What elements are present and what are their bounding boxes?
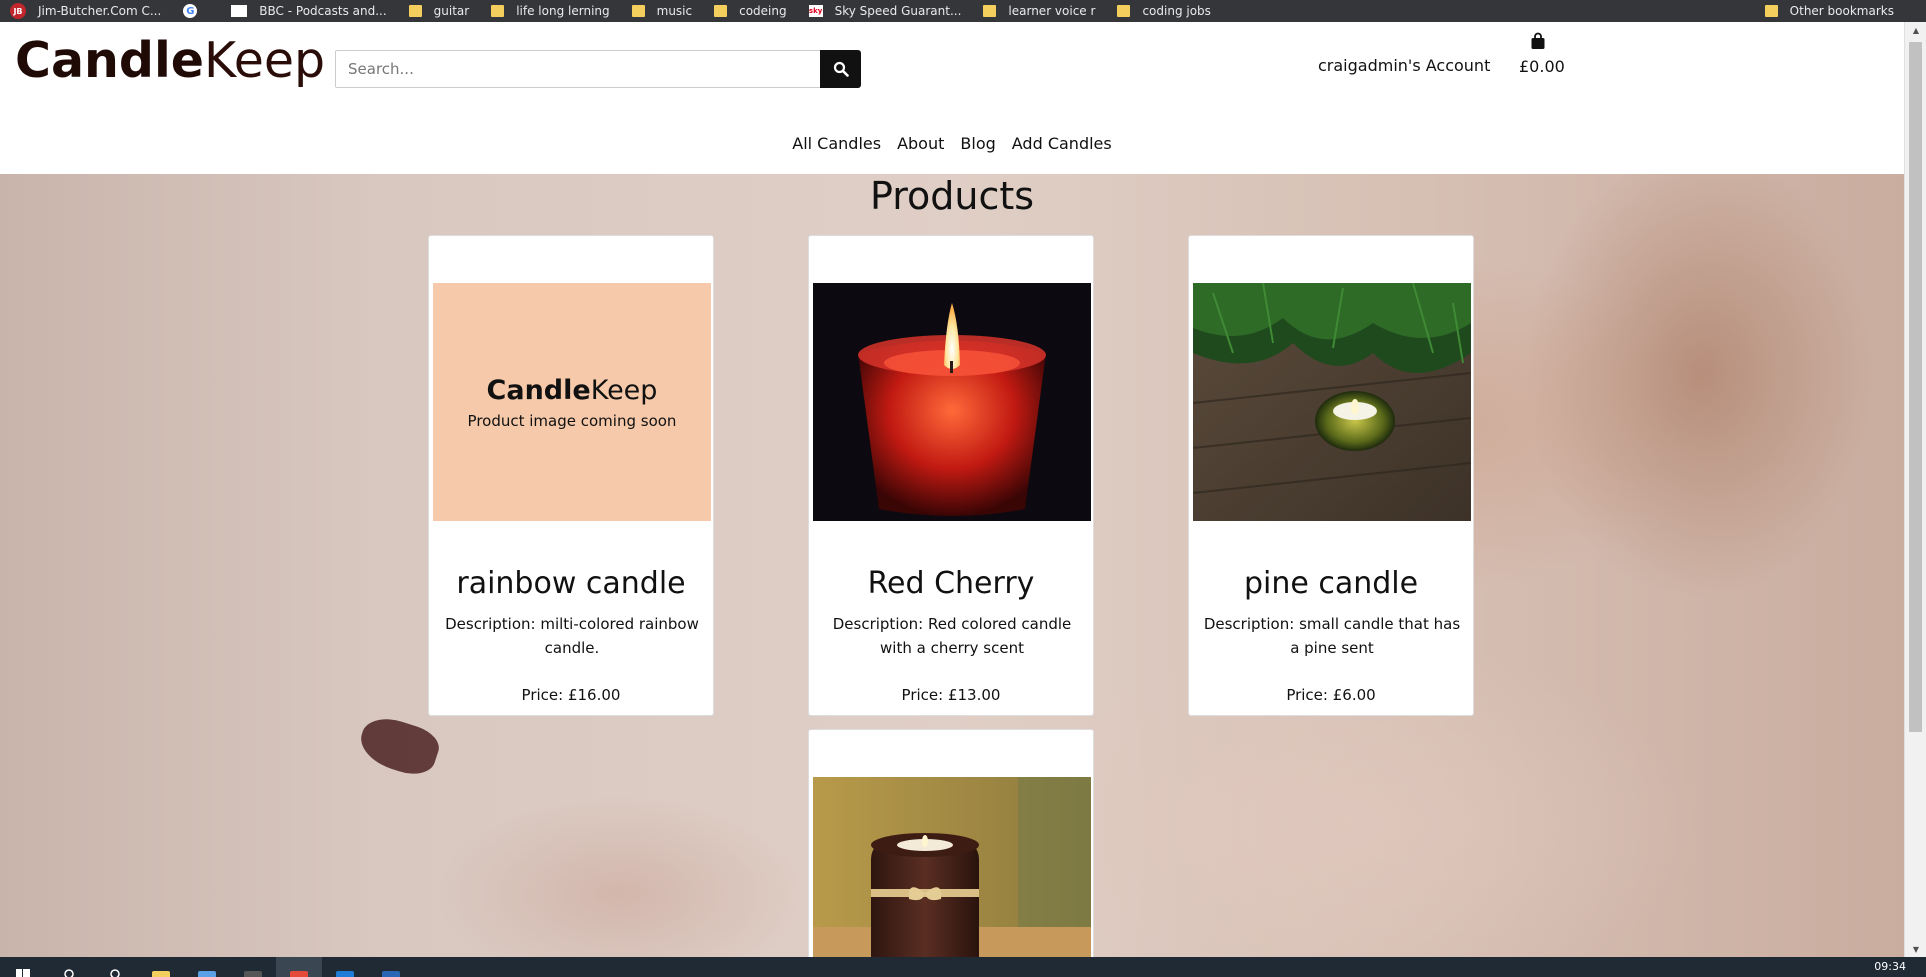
- product-price: Price: £6.00: [1286, 686, 1376, 704]
- cortana-icon: [110, 969, 120, 977]
- search-form: [335, 50, 861, 88]
- taskbar-cortana[interactable]: [92, 957, 138, 977]
- taskbar-search[interactable]: [46, 957, 92, 977]
- account-link[interactable]: craigadmin's Account: [1318, 56, 1490, 75]
- background-hand-image: [354, 711, 444, 781]
- search-icon: [64, 969, 74, 977]
- taskbar-file-explorer[interactable]: [138, 957, 184, 977]
- product-name: Red Cherry: [867, 566, 1035, 601]
- folder-icon: [1764, 5, 1778, 17]
- folder-icon: [714, 5, 728, 17]
- search-button[interactable]: [820, 50, 861, 88]
- google-icon: G: [183, 4, 198, 18]
- bookmark-codeing[interactable]: codeing: [704, 0, 799, 22]
- wooden-candle-photo: [813, 777, 1091, 957]
- bookmark-jim-butcher[interactable]: JB Jim-Butcher.Com C...: [0, 0, 173, 22]
- red-candle-photo: [813, 283, 1091, 521]
- product-card[interactable]: pine candle Description: small candle th…: [1188, 235, 1474, 716]
- nav-about[interactable]: About: [897, 134, 944, 153]
- scroll-up-arrow-icon[interactable]: ▲: [1905, 22, 1926, 38]
- sky-icon: sky: [808, 5, 823, 17]
- nav-all-candles[interactable]: All Candles: [792, 134, 881, 153]
- product-card[interactable]: CandleKeep Product image coming soon rai…: [428, 235, 714, 716]
- taskbar-store[interactable]: [184, 957, 230, 977]
- product-card[interactable]: [808, 729, 1094, 957]
- pine-candle-photo: [1193, 283, 1471, 521]
- product-card[interactable]: Red Cherry Description: Red colored cand…: [808, 235, 1094, 716]
- bookmarks-bar: JB Jim-Butcher.Com C... G BBC - Podcasts …: [0, 0, 1926, 22]
- product-name: pine candle: [1243, 566, 1419, 601]
- folder-icon: [491, 5, 505, 17]
- products-section: Products CandleKeep Product image coming…: [0, 174, 1904, 957]
- page-title: Products: [869, 174, 1035, 218]
- nav-blog[interactable]: Blog: [960, 134, 995, 153]
- placeholder-logo: CandleKeep: [486, 374, 658, 406]
- bookmark-learner-voice[interactable]: learner voice r: [973, 0, 1107, 22]
- search-icon: [833, 61, 849, 77]
- product-description: Description: Red colored candle with a c…: [832, 615, 1072, 657]
- product-image-wooden-candle[interactable]: [813, 777, 1091, 957]
- scroll-down-arrow-icon[interactable]: ▼: [1905, 941, 1926, 957]
- bookmark-guitar[interactable]: guitar: [399, 0, 482, 22]
- search-input[interactable]: [335, 50, 820, 88]
- product-price: Price: £16.00: [521, 686, 621, 704]
- taskbar-mail[interactable]: [322, 957, 368, 977]
- bag-link[interactable]: [1518, 32, 1558, 50]
- bookmark-bbc[interactable]: BBC - Podcasts and...: [221, 0, 398, 22]
- other-bookmarks[interactable]: Other bookmarks: [1755, 0, 1906, 22]
- product-description: Description: small candle that has a pin…: [1203, 615, 1461, 657]
- os-taskbar: 09:34: [0, 957, 1926, 977]
- folder-icon: [408, 5, 422, 17]
- jb-icon: JB: [10, 3, 26, 19]
- taskbar-terminal[interactable]: [230, 957, 276, 977]
- folder-icon: [1117, 5, 1131, 17]
- page-scrollbar[interactable]: ▲ ▼: [1904, 22, 1926, 957]
- bag-total[interactable]: £0.00: [1519, 57, 1565, 76]
- nav-add-candles[interactable]: Add Candles: [1012, 134, 1112, 153]
- product-image-pine-candle[interactable]: [1193, 283, 1471, 521]
- terminal-icon: [244, 971, 262, 977]
- bookmark-sky-speed[interactable]: sky Sky Speed Guarant...: [799, 0, 974, 22]
- site-logo[interactable]: CandleKeep: [15, 32, 325, 89]
- product-image-placeholder[interactable]: CandleKeep Product image coming soon: [433, 283, 711, 521]
- taskbar-clock[interactable]: 09:34: [1874, 960, 1906, 973]
- bbc-icon: [231, 5, 248, 17]
- chrome-icon: [290, 971, 308, 977]
- windows-icon: [16, 969, 30, 977]
- store-icon: [198, 971, 216, 977]
- product-description: Description: milti-colored rainbow candl…: [445, 615, 699, 657]
- product-image-red-candle[interactable]: [813, 283, 1091, 521]
- main-nav: All Candles About Blog Add Candles: [0, 134, 1904, 153]
- bookmark-coding-jobs[interactable]: coding jobs: [1107, 0, 1222, 22]
- taskbar-word[interactable]: [368, 957, 414, 977]
- scroll-thumb[interactable]: [1909, 42, 1922, 732]
- taskbar-chrome[interactable]: [276, 957, 322, 977]
- bookmark-music[interactable]: music: [622, 0, 704, 22]
- folder-icon: [152, 971, 170, 977]
- word-icon: [382, 971, 400, 977]
- product-price: Price: £13.00: [901, 686, 1001, 704]
- bookmark-google[interactable]: G: [173, 0, 221, 22]
- site-header: CandleKeep craigadmin's Account £0.00 Al…: [0, 22, 1904, 174]
- mail-icon: [336, 971, 354, 977]
- product-name: rainbow candle: [456, 566, 686, 601]
- shopping-bag-icon: [1531, 32, 1545, 49]
- placeholder-text: Product image coming soon: [467, 411, 677, 430]
- start-button[interactable]: [0, 957, 46, 977]
- folder-icon: [983, 5, 997, 17]
- folder-icon: [631, 5, 645, 17]
- bookmark-life-long-lerning[interactable]: life long lerning: [481, 0, 621, 22]
